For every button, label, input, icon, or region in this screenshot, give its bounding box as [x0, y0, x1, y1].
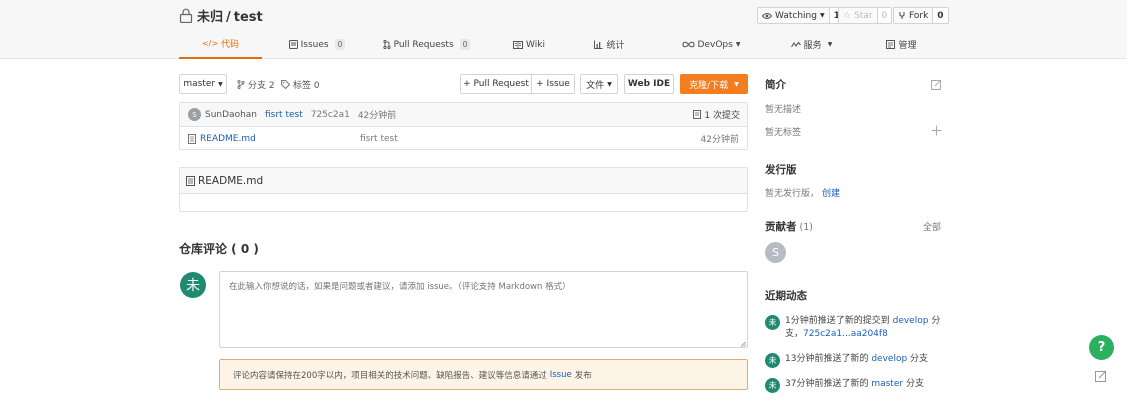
file-browser: S SunDaohan fisrt test 725c2a1 42分钟前 1 次…	[179, 102, 748, 150]
comment-notice: 评论内容请保持在200字以内，项目相关的技术问题、缺陷报告、建议等信息请通过 I…	[219, 359, 748, 390]
file-menu-button[interactable]: 文件 ▼	[580, 74, 618, 94]
list-item: 未 1分钟前推送了新的提交到 develop 分支，725c2a1...aa20…	[765, 315, 943, 341]
tab-statistics[interactable]: 统计	[582, 30, 637, 59]
releases-text: 暂无发行版， 创建	[765, 189, 841, 199]
chevron-down-icon: ▼	[607, 80, 612, 88]
issue-link[interactable]: Issue	[550, 370, 572, 380]
tab-devops[interactable]: DevOps ▼	[675, 30, 747, 59]
readme-panel: README.md	[179, 167, 748, 212]
tab-manage[interactable]: 管理	[874, 30, 929, 59]
star-button[interactable]: ☆ Star 0	[838, 7, 893, 24]
intro-title: 简介	[765, 79, 786, 91]
file-icon	[188, 133, 196, 144]
tags-text: 暂无标签	[765, 128, 802, 138]
pull-request-icon	[382, 40, 391, 49]
chevron-down-icon: ▼	[218, 80, 223, 88]
releases-title: 发行版	[765, 164, 797, 176]
chevron-down-icon: ▼	[734, 80, 739, 88]
new-issue-button[interactable]: + Issue	[532, 74, 575, 94]
create-release-link[interactable]: 创建	[822, 189, 840, 199]
repo-title: 未归 / test	[179, 6, 263, 25]
edit-icon[interactable]	[931, 79, 942, 90]
file-commit-message-link[interactable]: fisrt test	[360, 134, 398, 144]
help-button[interactable]: ?	[1089, 335, 1114, 360]
plus-icon[interactable]	[931, 125, 942, 136]
commit-time: 42分钟前	[357, 111, 397, 121]
tag-icon	[281, 80, 290, 89]
avatar[interactable]: 未	[765, 315, 780, 330]
eye-icon	[762, 12, 772, 19]
tab-code[interactable]: </> 代码	[179, 30, 262, 59]
pr-count-badge: 0	[459, 39, 471, 50]
manage-icon	[886, 40, 896, 49]
chevron-down-icon: ▼	[827, 41, 833, 48]
avatar[interactable]: 未	[765, 353, 780, 368]
commit-message-link[interactable]: fisrt test	[265, 110, 303, 120]
branch-link[interactable]: master	[871, 379, 903, 389]
activity-title: 近期动态	[765, 290, 807, 302]
infinity-icon	[681, 41, 695, 48]
service-icon	[790, 41, 801, 47]
tab-issues[interactable]: Issues 0	[271, 30, 363, 59]
branch-select[interactable]: master ▼	[179, 74, 227, 94]
repo-name-link[interactable]: test	[234, 10, 263, 25]
branch-link[interactable]: develop	[893, 316, 929, 326]
resize-grip-icon[interactable]	[740, 341, 746, 347]
star-icon: ☆	[843, 10, 852, 21]
repo-header: 未归 / test Watching ▼ 1 ☆ Star 0 Fork 0 </>…	[0, 0, 1127, 59]
repo-tabs: </> 代码 Issues 0 Pull Requests 0 Wiki 统计 …	[179, 30, 941, 59]
chevron-down-icon: ▼	[819, 12, 825, 19]
avatar[interactable]: S	[765, 242, 786, 263]
star-count[interactable]: 0	[878, 8, 892, 23]
tab-service[interactable]: 服务 ▼	[779, 30, 844, 59]
commit-sha-link[interactable]: 725c2a1	[311, 110, 350, 120]
commit-count-link[interactable]: 1 次提交	[693, 108, 740, 121]
commit-author-link[interactable]: SunDaohan	[205, 110, 257, 120]
comment-input[interactable]	[219, 271, 748, 348]
wiki-icon	[513, 40, 524, 49]
avatar[interactable]: 未	[180, 272, 206, 298]
file-time: 42分钟前	[700, 135, 739, 145]
avatar[interactable]: 未	[765, 378, 780, 393]
repo-owner-link[interactable]: 未归	[197, 10, 223, 25]
web-ide-button[interactable]: Web IDE	[624, 74, 674, 94]
tags-link[interactable]: 标签 0	[281, 78, 320, 91]
branch-icon	[237, 80, 245, 89]
lock-icon	[179, 8, 193, 23]
fork-icon	[899, 12, 905, 19]
readme-header: README.md	[180, 168, 747, 194]
branch-link[interactable]: develop	[871, 354, 907, 364]
readme-icon	[186, 175, 195, 186]
code-icon: </>	[201, 39, 219, 48]
issue-icon	[288, 40, 298, 49]
avatar[interactable]: S	[188, 108, 201, 121]
feedback-edit-icon[interactable]	[1095, 370, 1107, 382]
file-name-link[interactable]: README.md	[200, 134, 256, 144]
latest-commit: S SunDaohan fisrt test 725c2a1 42分钟前 1 次…	[180, 103, 747, 127]
comments-title: 仓库评论 ( 0 )	[179, 242, 259, 256]
repo-separator: /	[226, 10, 231, 25]
list-item: 未 37分钟前推送了新的 master 分支	[765, 378, 955, 393]
all-contributors-link[interactable]: 全部	[923, 220, 941, 233]
new-pull-request-button[interactable]: + Pull Request	[460, 74, 532, 94]
table-row: README.md fisrt test 42分钟前	[180, 127, 747, 150]
fork-button[interactable]: Fork 0	[893, 7, 949, 24]
chevron-down-icon: ▼	[735, 41, 741, 48]
bar-chart-icon	[594, 40, 603, 49]
issues-count-badge: 0	[334, 39, 346, 50]
watch-button[interactable]: Watching ▼ 1	[757, 7, 845, 24]
contributors-count: (1)	[799, 222, 813, 233]
compare-link[interactable]: 725c2a1...aa204f8	[803, 329, 888, 339]
commit-history-icon	[693, 110, 702, 119]
tab-pull-requests[interactable]: Pull Requests 0	[379, 30, 474, 59]
description-text: 暂无描述	[765, 105, 802, 115]
tab-wiki[interactable]: Wiki	[499, 30, 559, 59]
branches-link[interactable]: 分支 2	[237, 78, 275, 91]
fork-count[interactable]: 0	[933, 8, 947, 23]
clone-download-button[interactable]: 克隆/下载 ▼	[680, 74, 748, 94]
contributors-title: 贡献者 (1)	[765, 221, 813, 233]
list-item: 未 13分钟前推送了新的 develop 分支	[765, 353, 955, 368]
